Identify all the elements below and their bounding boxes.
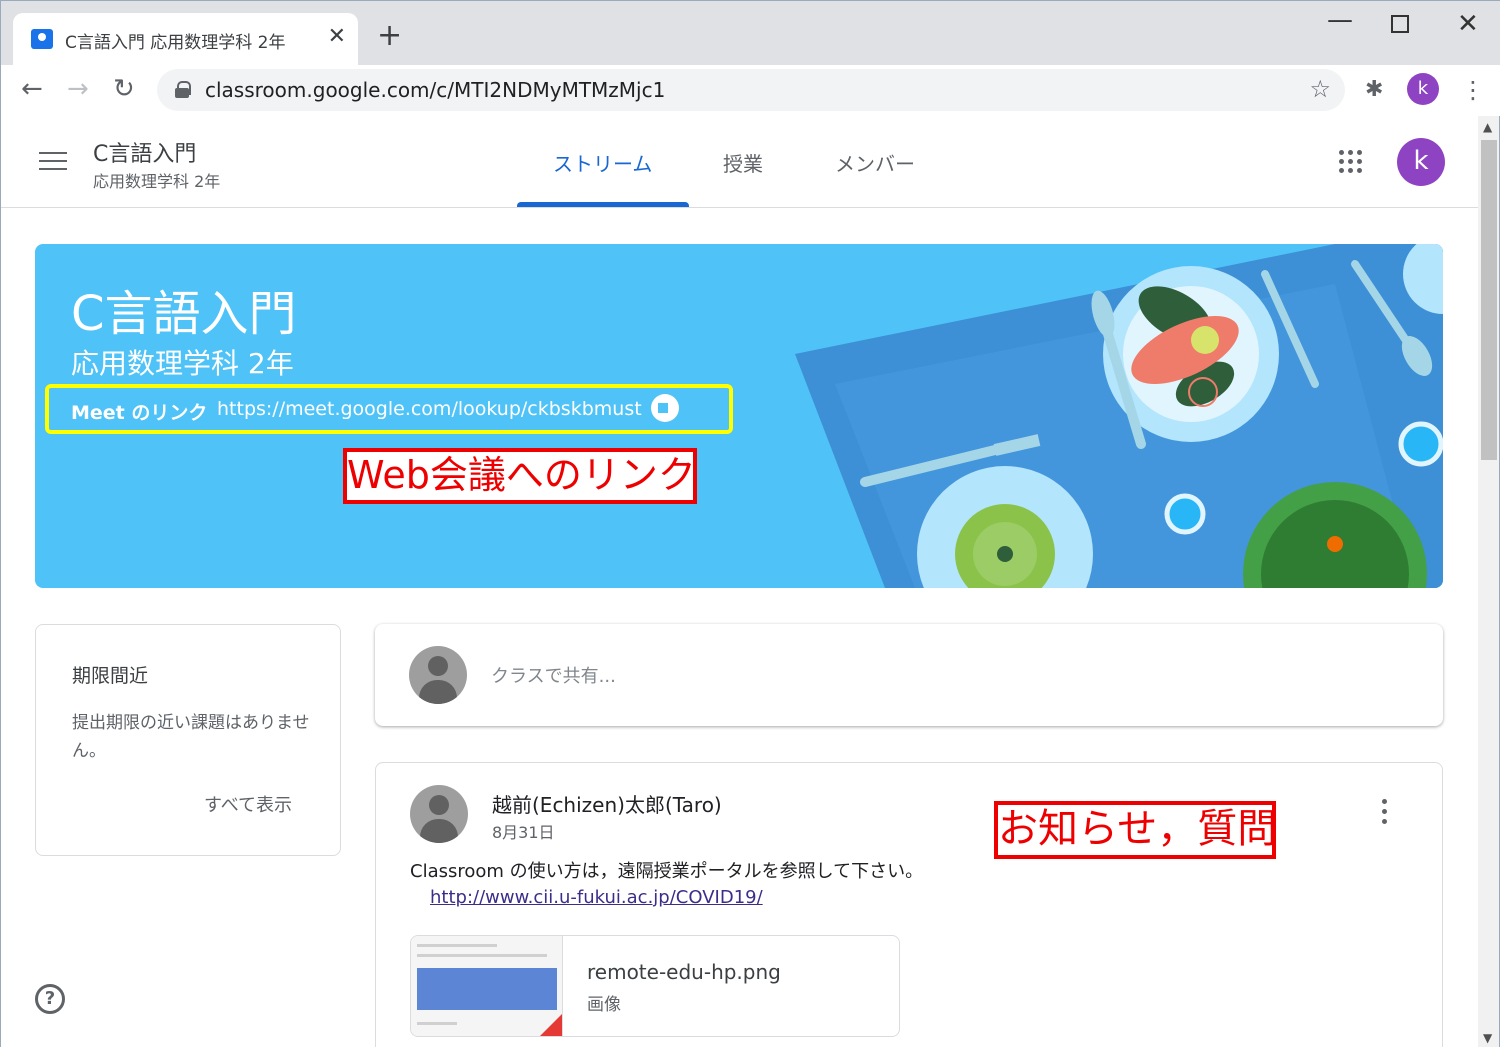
upcoming-message: 提出期限の近い課題はありません。 [72, 713, 310, 761]
classroom-page: C言語入門 応用数理学科 2年 ストリーム 授業 メンバー k C言語入門 応用… [0, 116, 1478, 1047]
vertical-scrollbar[interactable]: ▲ ▼ [1478, 116, 1500, 1047]
scroll-down-icon[interactable]: ▼ [1483, 1031, 1492, 1045]
author-avatar [410, 785, 468, 843]
tab-classwork[interactable]: 授業 [723, 148, 763, 177]
address-bar[interactable]: classroom.google.com/c/MTI2NDMyMTMzMjc1 … [157, 69, 1345, 111]
meet-link-highlight: Meet のリンク https://meet.google.com/lookup… [45, 384, 733, 434]
app-bar: C言語入門 応用数理学科 2年 ストリーム 授業 メンバー k [1, 116, 1478, 208]
share-placeholder[interactable]: クラスで共有... [491, 662, 616, 688]
person-icon [429, 795, 449, 815]
post-date: 8月31日 [492, 823, 555, 842]
meet-link-label: Meet のリンク [71, 402, 208, 424]
reload-icon[interactable]: ↻ [113, 75, 135, 103]
scroll-thumb[interactable] [1481, 140, 1497, 460]
user-avatar [409, 646, 467, 704]
new-tab-button[interactable]: + [377, 21, 402, 51]
tab-title: C言語入門 応用数理学科 2年 [65, 33, 286, 53]
share-with-class-box[interactable]: クラスで共有... [375, 624, 1443, 726]
annotation-web-meeting-link: Web会議へのリンク [343, 448, 697, 504]
browser-tab[interactable]: C言語入門 応用数理学科 2年 ✕ [13, 13, 358, 65]
window-close-icon[interactable]: ✕ [1457, 9, 1479, 39]
account-avatar[interactable]: k [1397, 138, 1445, 186]
classroom-favicon-icon [31, 29, 53, 49]
browser-menu-kebab-icon[interactable]: ⋮ [1461, 75, 1485, 105]
google-apps-grid-icon[interactable] [1339, 150, 1365, 176]
maximize-icon[interactable] [1391, 15, 1409, 33]
view-all-link[interactable]: すべて表示 [204, 791, 292, 817]
class-section: 応用数理学科 2年 [93, 172, 221, 191]
url-text[interactable]: classroom.google.com/c/MTI2NDMyMTMzMjc1 [205, 78, 665, 102]
upcoming-card: 期限間近 提出期限の近い課題はありません。 すべて表示 [35, 624, 341, 856]
attachment-type: 画像 [587, 995, 621, 1015]
active-tab-indicator [517, 202, 689, 207]
post-text: Classroom の使い方は，遠隔授業ポータルを参照して下さい。 [410, 861, 924, 882]
meet-link-url[interactable]: https://meet.google.com/lookup/ckbskbmus… [217, 398, 642, 420]
bookmark-star-icon[interactable]: ☆ [1309, 75, 1331, 103]
lock-icon[interactable] [175, 81, 191, 98]
forward-arrow-icon[interactable]: → [67, 75, 89, 103]
banner-subtitle: 応用数理学科 2年 [71, 347, 294, 380]
browser-window: C言語入門 応用数理学科 2年 ✕ + — ✕ ← → ↻ classroom.… [0, 0, 1500, 117]
minimize-icon[interactable]: — [1327, 5, 1353, 35]
close-tab-icon[interactable]: ✕ [328, 25, 346, 49]
annotation-notice-questions: お知らせ，質問 [994, 801, 1277, 859]
main-menu-hamburger-icon[interactable] [39, 152, 67, 172]
post-link[interactable]: http://www.cii.u-fukui.ac.jp/COVID19/ [430, 887, 763, 908]
attachment-thumbnail [411, 936, 563, 1036]
scroll-up-icon[interactable]: ▲ [1483, 120, 1492, 134]
image-file-icon [538, 1014, 562, 1036]
banner-illustration [795, 244, 1443, 588]
post-options-kebab-icon[interactable] [1382, 799, 1388, 829]
banner-title: C言語入門 [71, 286, 297, 342]
extensions-puzzle-icon[interactable]: ✱ [1365, 77, 1383, 102]
browser-profile-avatar[interactable]: k [1407, 73, 1439, 105]
tab-strip: C言語入門 応用数理学科 2年 ✕ + — ✕ [1, 1, 1500, 65]
meet-video-icon[interactable] [651, 394, 679, 422]
attachment-name[interactable]: remote-edu-hp.png [587, 960, 781, 984]
announcement-post: 越前(Echizen)太郎(Taro) 8月31日 お知らせ，質問 Classr… [375, 762, 1443, 1047]
help-icon[interactable]: ? [35, 984, 65, 1014]
class-banner: C言語入門 応用数理学科 2年 Meet のリンク https://meet.g… [35, 244, 1443, 588]
person-icon [428, 656, 448, 676]
class-name[interactable]: C言語入門 [93, 136, 196, 168]
back-arrow-icon[interactable]: ← [21, 75, 43, 103]
tab-people[interactable]: メンバー [835, 148, 915, 177]
post-author: 越前(Echizen)太郎(Taro) [492, 793, 722, 817]
attachment-card[interactable]: remote-edu-hp.png 画像 [410, 935, 900, 1037]
browser-toolbar: ← → ↻ classroom.google.com/c/MTI2NDMyMTM… [1, 65, 1500, 117]
upcoming-title: 期限間近 [72, 665, 149, 687]
tab-stream[interactable]: ストリーム [553, 148, 652, 177]
